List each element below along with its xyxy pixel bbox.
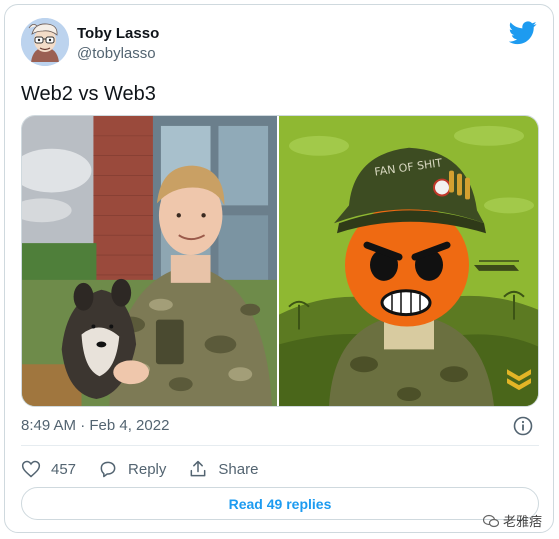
share-button[interactable]: Share	[188, 459, 258, 479]
read-replies-button[interactable]: Read 49 replies	[21, 487, 539, 520]
reply-bubble-icon	[100, 461, 116, 478]
twitter-bird-icon[interactable]	[509, 21, 537, 45]
reply-label: Reply	[128, 460, 167, 478]
like-count: 457	[51, 460, 77, 478]
watermark-text: 老雅痞	[503, 514, 543, 529]
info-icon[interactable]	[513, 416, 533, 436]
share-label: Share	[218, 460, 259, 478]
tweet-media[interactable]: FAN OF SHIT	[21, 115, 539, 407]
reply-button[interactable]: Reply	[98, 459, 166, 479]
watermark: 老雅痞	[483, 511, 542, 530]
photo-web2[interactable]	[22, 116, 279, 406]
tweet-timestamp[interactable]: 8:49 AM · Feb 4, 2022	[21, 417, 169, 434]
user-name[interactable]: Toby Lasso	[77, 25, 159, 42]
tweet-card: Toby Lasso @tobylasso Web2 vs Web3 FAN O…	[4, 4, 554, 533]
divider	[21, 445, 539, 446]
share-icon	[190, 460, 206, 477]
tweet-text: Web2 vs Web3	[21, 83, 156, 105]
heart-icon	[21, 460, 41, 478]
action-bar: 457 Reply Share	[21, 457, 280, 481]
man-with-puppy-image	[22, 116, 277, 406]
avatar[interactable]	[21, 18, 69, 66]
like-button[interactable]: 457	[21, 459, 76, 479]
wechat-icon	[483, 514, 499, 527]
cartoon-soldier-image: FAN OF SHIT	[279, 116, 538, 406]
cartoon-avatar-icon	[21, 18, 69, 66]
photo-web3[interactable]: FAN OF SHIT	[279, 116, 538, 406]
user-handle[interactable]: @tobylasso	[77, 45, 156, 62]
